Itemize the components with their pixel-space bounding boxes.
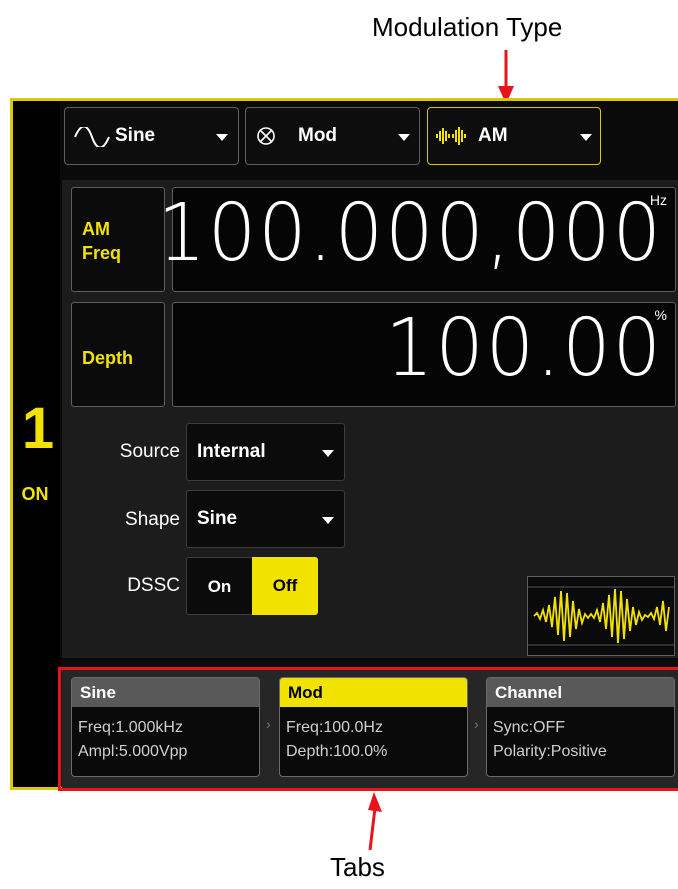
depth-label-button[interactable]: Depth: [71, 302, 165, 407]
sine-wave-icon: [74, 127, 110, 147]
chevron-down-icon: [322, 517, 334, 524]
chevron-down-icon: [580, 134, 592, 141]
waveform-label: Sine: [115, 125, 156, 146]
depth-value-field[interactable]: % 100.00: [172, 300, 676, 407]
modulation-type-dropdown[interactable]: AM: [427, 107, 601, 165]
dssc-label: DSSC: [127, 575, 180, 596]
am-freq-value-field[interactable]: Hz 100.000,000: [158, 186, 676, 292]
shape-label: Shape: [125, 509, 180, 530]
mode-label: Mod: [298, 125, 338, 146]
am-freq-label-line2: Freq: [82, 243, 122, 263]
am-freq-value: 100.000,000: [157, 185, 663, 279]
source-value: Internal: [197, 441, 266, 462]
shape-value: Sine: [197, 508, 238, 529]
chevron-down-icon: [322, 450, 334, 457]
depth-value: 100.00: [385, 300, 663, 394]
am-freq-label-line1: AM: [82, 219, 110, 239]
am-preview-icon: [528, 586, 674, 646]
waveform-dropdown[interactable]: Sine: [64, 107, 239, 165]
dssc-on-button[interactable]: On: [186, 557, 252, 615]
tabs-annotation: Tabs: [330, 852, 385, 882]
shape-dropdown[interactable]: Sine: [186, 490, 345, 548]
tabs-highlight-box: [58, 667, 678, 791]
modulation-type-annotation: Modulation Type: [372, 12, 563, 42]
depth-label: Depth: [82, 348, 133, 368]
modulation-circle-icon: [257, 127, 275, 145]
chevron-down-icon: [398, 134, 410, 141]
source-dropdown[interactable]: Internal: [186, 423, 345, 481]
chevron-down-icon: [216, 134, 228, 141]
am-waveform-icon: [436, 127, 466, 145]
channel-state: ON: [21, 484, 49, 504]
source-label: Source: [119, 441, 180, 462]
am-preview: [527, 576, 675, 656]
am-freq-label-button[interactable]: AM Freq: [71, 187, 165, 292]
dssc-off-button[interactable]: Off: [252, 557, 318, 615]
modulation-type-label: AM: [478, 125, 508, 146]
tabs-arrow: [368, 792, 382, 851]
mode-dropdown[interactable]: Mod: [245, 107, 420, 165]
channel-number: 1: [21, 396, 55, 461]
